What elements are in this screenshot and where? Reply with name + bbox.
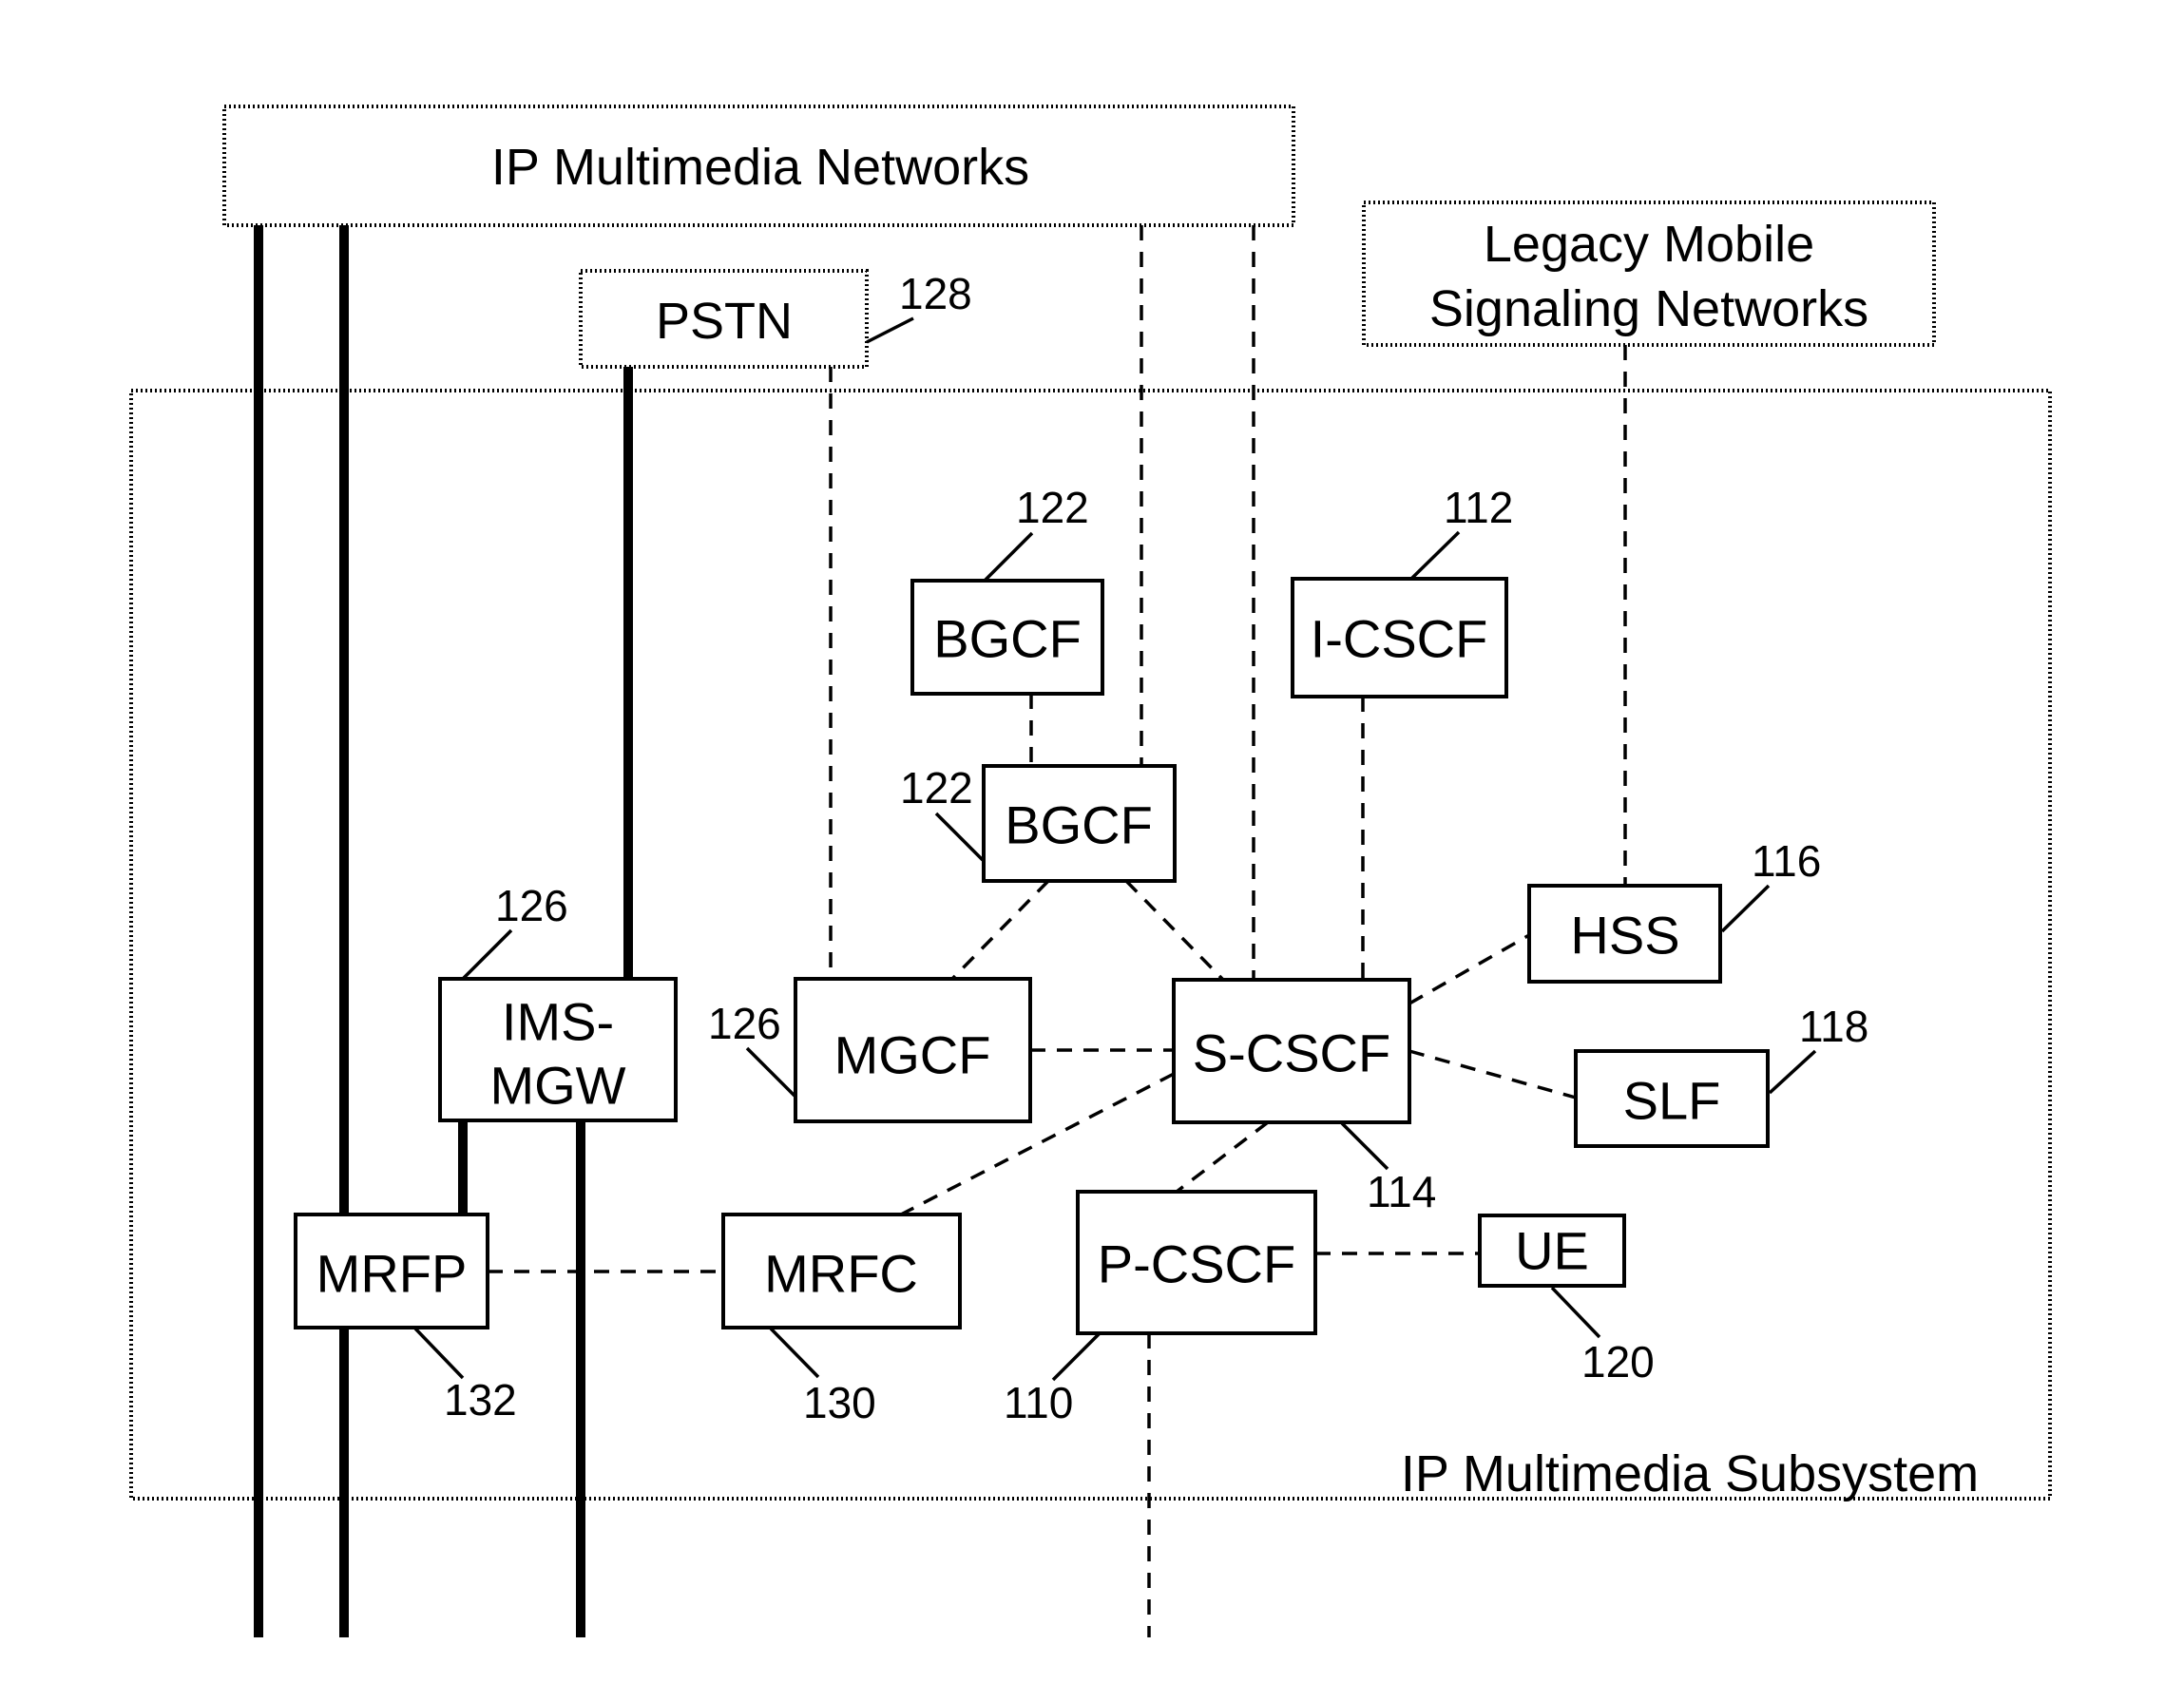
signal-bgcf-scscf	[1124, 879, 1225, 982]
ue-label: UE	[1515, 1221, 1589, 1281]
node-bgcf: BGCF	[982, 764, 1177, 883]
leader-pstn	[866, 316, 914, 344]
i-cscf-label: I-CSCF	[1311, 609, 1488, 669]
node-ue: UE	[1478, 1214, 1626, 1288]
ref-mrfp: 132	[444, 1375, 517, 1425]
legacy-mobile-signaling-label-line1: Legacy Mobile	[1484, 216, 1814, 273]
bgcf-label: BGCF	[1005, 795, 1153, 855]
ref-bgcf-top: 122	[1016, 483, 1089, 532]
leader-ims-mgw	[461, 928, 513, 981]
mrfc-label: MRFC	[764, 1244, 918, 1304]
ims-architecture-diagram: IP Multimedia Subsystem IP Multimedia Ne…	[129, 105, 2052, 1637]
node-ims-mgw: IMS- MGW	[438, 977, 678, 1122]
p-cscf-label: P-CSCF	[1098, 1234, 1295, 1294]
s-cscf-label: S-CSCF	[1193, 1023, 1390, 1083]
signal-bgcf-mgcf	[950, 879, 1050, 981]
ims-mgw-label-line1: IMS-	[502, 992, 614, 1052]
leader-ue	[1550, 1286, 1601, 1339]
leader-hss	[1720, 884, 1771, 933]
node-hss: HSS	[1527, 884, 1722, 984]
legacy-mobile-signaling-label-line2: Signaling Networks	[1429, 280, 1868, 337]
ref-i-cscf: 112	[1444, 483, 1513, 532]
node-i-cscf: I-CSCF	[1291, 577, 1508, 698]
leader-i-cscf	[1409, 530, 1461, 581]
node-s-cscf: S-CSCF	[1172, 978, 1411, 1124]
leader-slf	[1768, 1049, 1817, 1095]
ref-s-cscf: 114	[1367, 1167, 1436, 1216]
ref-slf: 118	[1799, 1002, 1868, 1051]
signal-scscf-pcscf	[1175, 1120, 1270, 1194]
ref-mrfc: 130	[803, 1378, 876, 1427]
node-bgcf-top: BGCF	[910, 579, 1104, 696]
leader-p-cscf	[1051, 1331, 1102, 1382]
ref-mgcf: 126	[708, 999, 781, 1048]
node-mrfc: MRFC	[721, 1213, 962, 1329]
leader-s-cscf	[1340, 1121, 1389, 1171]
ref-hss: 116	[1752, 836, 1821, 886]
node-mgcf: MGCF	[794, 977, 1032, 1123]
leader-bgcf	[934, 812, 985, 862]
node-slf: SLF	[1574, 1049, 1770, 1148]
ip-multimedia-subsystem-label: IP Multimedia Subsystem	[1401, 1445, 1979, 1502]
ref-pstn: 128	[899, 269, 972, 318]
mgcf-label: MGCF	[834, 1025, 991, 1085]
leader-mrfc	[769, 1327, 820, 1379]
ref-bgcf: 122	[900, 763, 973, 813]
signal-scscf-hss	[1408, 933, 1530, 1005]
pstn-label: PSTN	[656, 293, 793, 350]
signal-scscf-slf	[1408, 1049, 1577, 1100]
ref-ims-mgw: 126	[495, 881, 568, 930]
leader-mgcf	[745, 1046, 796, 1098]
ref-ue: 120	[1581, 1337, 1655, 1387]
hss-label: HSS	[1570, 906, 1679, 966]
ref-p-cscf: 110	[1004, 1378, 1073, 1427]
leader-mrfp	[413, 1327, 465, 1380]
ims-mgw-label-line2: MGW	[489, 1056, 625, 1116]
leader-bgcf-top	[983, 531, 1034, 583]
bgcf-top-label: BGCF	[933, 609, 1082, 669]
node-p-cscf: P-CSCF	[1076, 1190, 1317, 1335]
node-mrfp: MRFP	[294, 1213, 489, 1329]
mrfp-label: MRFP	[316, 1244, 468, 1304]
slf-label: SLF	[1623, 1071, 1721, 1131]
ip-multimedia-networks-label: IP Multimedia Networks	[491, 139, 1029, 196]
